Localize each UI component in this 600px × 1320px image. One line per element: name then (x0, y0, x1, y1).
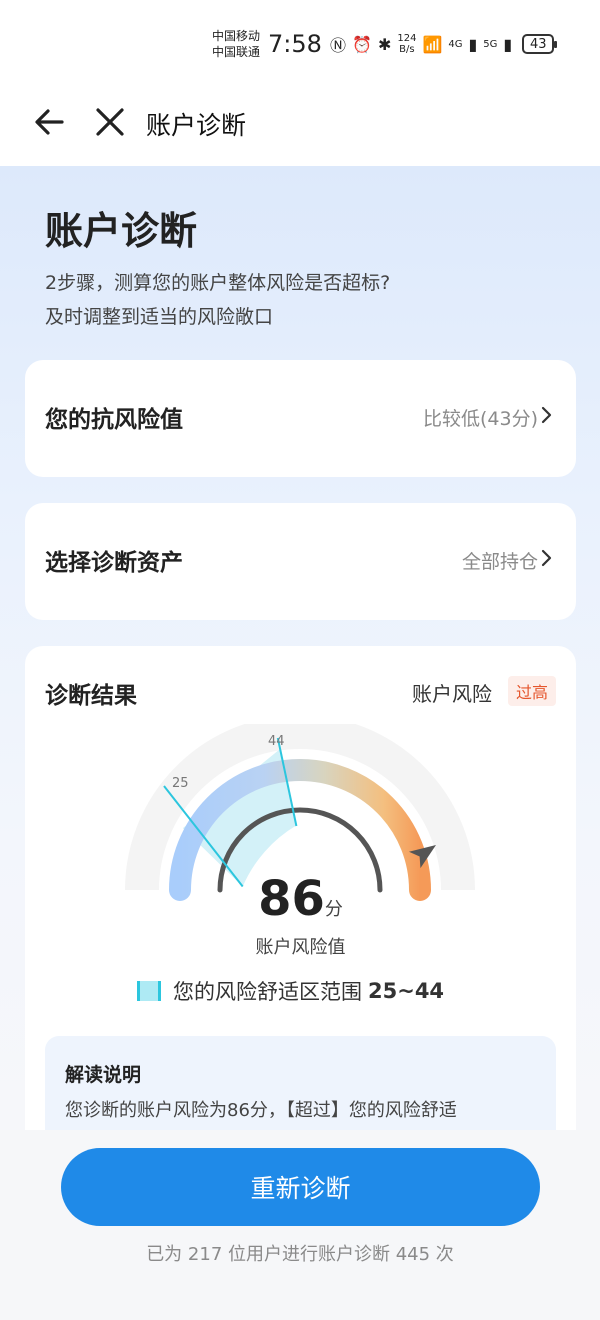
chevron-right-icon (541, 549, 552, 567)
risk-score-unit: 分 (324, 899, 343, 920)
risk-tolerance-label: 您的抗风险值 (45, 407, 183, 433)
comfort-zone-legend: 您的风险舒适区范围 25~44 (137, 976, 444, 1006)
back-arrow-icon[interactable] (30, 102, 70, 142)
select-assets-label: 选择诊断资产 (45, 550, 183, 576)
risk-tolerance-value: 比较低(43分) (422, 408, 538, 430)
select-assets-row[interactable]: 选择诊断资产 全部持仓 (25, 503, 576, 620)
status-icons: Ⓝ ⏰ ✱ 124 B/s 📶 4G ▮ 5G ▮ 43 (330, 32, 558, 56)
risk-tolerance-row[interactable]: 您的抗风险值 比较低(43分) (25, 360, 576, 477)
main-content[interactable]: 账户诊断 2步骤，测算您的账户整体风险是否超标? 及时调整到适当的风险敞口 您的… (0, 166, 600, 1130)
explanation-title: 解读说明 (65, 1064, 142, 1086)
nav-title: 账户诊断 (146, 111, 247, 140)
risk-score-caption: 账户风险值 (255, 937, 346, 958)
comfort-zone-text: 您的风险舒适区范围 (173, 980, 362, 1004)
rediagnose-button[interactable]: 重新诊断 (61, 1148, 540, 1226)
chevron-right-icon (541, 406, 552, 424)
nfc-icon: Ⓝ (330, 36, 347, 55)
close-icon[interactable] (90, 102, 130, 142)
select-assets-value: 全部持仓 (461, 551, 538, 573)
result-title: 诊断结果 (45, 683, 137, 709)
bottom-action-bar: 重新诊断 已为 217 位用户进行账户诊断 445 次 (0, 1130, 600, 1320)
wifi-icon: 📶 (422, 34, 443, 54)
nav-bar: 账户诊断 (0, 84, 600, 166)
comfort-min-marker: 25 (172, 776, 189, 791)
battery-level: 43 (529, 36, 547, 52)
comfort-zone-range: 25~44 (368, 979, 445, 1003)
risk-status-badge: 过高 (507, 676, 556, 706)
network-type-1: 4G (448, 38, 463, 50)
explanation-text: 您诊断的账户风险为86分，【超过】您的风险舒适 (65, 1100, 457, 1121)
page-description: 2步骤，测算您的账户整体风险是否超标? 及时调整到适当的风险敞口 (45, 266, 565, 334)
risk-score-value: 86 (258, 871, 325, 927)
net-speed: 124 B/s (397, 33, 417, 55)
signal-icon: ▮ (468, 34, 478, 54)
explanation-box: 解读说明 您诊断的账户风险为86分，【超过】您的风险舒适 (45, 1036, 556, 1130)
usage-stats-note: 已为 217 位用户进行账户诊断 445 次 (146, 1244, 454, 1265)
description-line-2: 及时调整到适当的风险敞口 (45, 306, 274, 328)
carrier-2: 中国联通 (212, 45, 261, 59)
carrier-1: 中国移动 (212, 29, 261, 43)
bluetooth-icon: ✱ (377, 34, 392, 54)
page-title: 账户诊断 (45, 209, 198, 253)
comfort-max-marker: 44 (268, 734, 285, 749)
clock: 7:58 (268, 30, 322, 58)
network-type-2: 5G (483, 38, 498, 50)
diagnosis-result-card: 诊断结果 账户风险 过高 25 44 86分 账户风险值 您的风险舒适区范围 2… (25, 646, 576, 1130)
carrier-info: 中国移动 中国联通 (212, 28, 260, 60)
status-bar: 中国移动 中国联通 7:58 Ⓝ ⏰ ✱ 124 B/s 📶 4G ▮ 5G ▮… (0, 0, 600, 84)
description-line-1: 2步骤，测算您的账户整体风险是否超标? (45, 272, 391, 294)
signal-icon: ▮ (503, 34, 513, 54)
comfort-zone-swatch (137, 981, 161, 1001)
account-risk-label: 账户风险 (412, 682, 492, 706)
risk-score: 86分 (25, 871, 576, 927)
alarm-icon: ⏰ (352, 34, 372, 54)
battery-icon: 43 (522, 34, 558, 54)
